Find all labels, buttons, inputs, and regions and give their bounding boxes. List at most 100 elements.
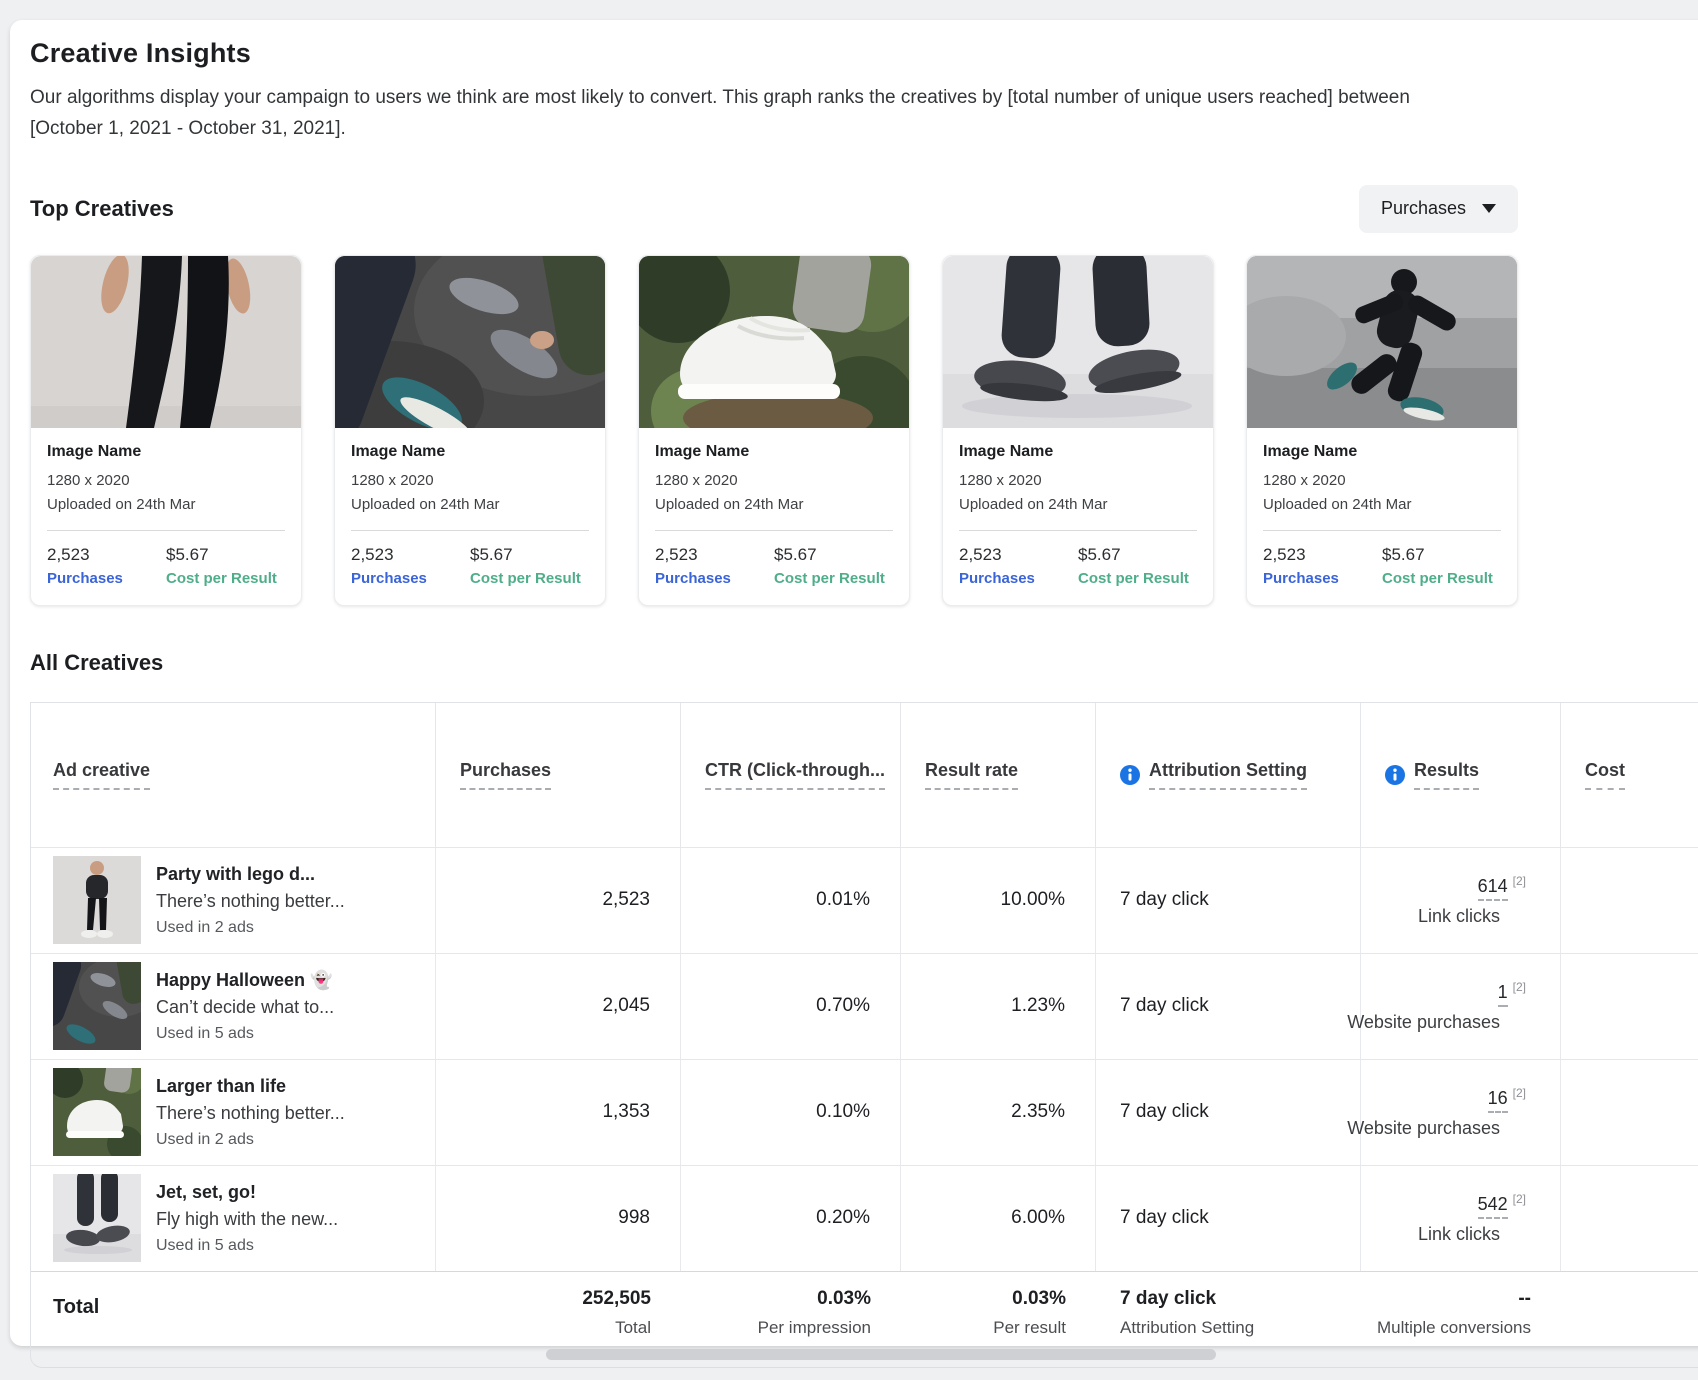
divider <box>47 530 285 531</box>
purchases-value: 2,523 <box>351 545 470 565</box>
creative-upload-date: Uploaded on 24th Mar <box>351 493 589 517</box>
ctr-cell: 0.01% <box>681 848 901 953</box>
cost-per-result-value: $5.67 <box>470 545 589 565</box>
purchases-cell: 998 <box>436 1166 681 1271</box>
purchases-cell: 1,353 <box>436 1060 681 1165</box>
all-creatives-heading: All Creatives <box>30 650 1698 676</box>
divider <box>1263 530 1501 531</box>
creative-photo-grey-sneakers <box>943 256 1213 428</box>
top-creatives-heading: Top Creatives <box>30 196 174 222</box>
result-rate-cell: 2.35% <box>901 1060 1096 1165</box>
ctr-cell: 0.10% <box>681 1060 901 1165</box>
ad-title: Larger than life <box>156 1073 345 1100</box>
divider <box>655 530 893 531</box>
creative-photo-sneakers-street <box>335 256 605 428</box>
metric-selector-value: Purchases <box>1381 198 1466 219</box>
ad-usage: Used in 5 ads <box>156 1022 334 1046</box>
purchases-label: Purchases <box>1263 570 1382 587</box>
results-value[interactable]: 614 <box>1478 876 1508 901</box>
ctr-cell: 0.70% <box>681 954 901 1059</box>
creative-image-name: Image Name <box>47 443 285 461</box>
ad-thumbnail-leggings <box>53 856 141 944</box>
creative-card: Image Name 1280 x 2020 Uploaded on 24th … <box>942 255 1214 606</box>
column-header-ad-creative[interactable]: Ad creative <box>53 760 150 790</box>
divider <box>351 530 589 531</box>
cost-cell <box>1561 1060 1698 1165</box>
creative-image-name: Image Name <box>1263 443 1501 461</box>
metric-selector-dropdown[interactable]: Purchases <box>1359 185 1518 233</box>
results-type-label: Link clicks <box>1418 906 1500 927</box>
chevron-down-icon <box>1482 204 1496 213</box>
divider <box>959 530 1197 531</box>
results-cell: 16[2] Website purchases <box>1361 1060 1561 1165</box>
total-purchases-sub: Total <box>615 1318 651 1338</box>
ad-title: Party with lego d... <box>156 861 345 888</box>
column-header-cost[interactable]: Cost <box>1585 760 1625 790</box>
purchases-value: 2,523 <box>1263 545 1382 565</box>
attribution-cell: 7 day click <box>1096 1166 1361 1271</box>
total-results-sub: Multiple conversions <box>1377 1318 1531 1338</box>
results-type-label: Website purchases <box>1347 1012 1500 1033</box>
footnote-marker: [2] <box>1513 980 1526 994</box>
table-row: Party with lego d... There’s nothing bet… <box>31 847 1698 953</box>
all-creatives-table: Ad creative Purchases CTR (Click-through… <box>30 702 1698 1368</box>
table-row: Larger than life There’s nothing better.… <box>31 1059 1698 1165</box>
total-result-rate-sub: Per result <box>993 1318 1066 1338</box>
creative-dimensions: 1280 x 2020 <box>1263 469 1501 493</box>
results-value[interactable]: 542 <box>1478 1194 1508 1219</box>
creative-dimensions: 1280 x 2020 <box>959 469 1197 493</box>
results-type-label: Link clicks <box>1418 1224 1500 1245</box>
results-cell: 542 [2] Link clicks <box>1361 1166 1561 1271</box>
total-results: -- <box>1518 1288 1531 1310</box>
result-rate-cell: 6.00% <box>901 1166 1096 1271</box>
attribution-cell: 7 day click <box>1096 848 1361 953</box>
ad-usage: Used in 5 ads <box>156 1234 338 1258</box>
horizontal-scrollbar-thumb[interactable] <box>546 1349 1216 1360</box>
ad-subtitle: Can’t decide what to... <box>156 994 334 1021</box>
total-attribution: 7 day click <box>1120 1288 1216 1310</box>
creative-dimensions: 1280 x 2020 <box>351 469 589 493</box>
results-value[interactable]: 16 <box>1488 1088 1508 1113</box>
total-ctr: 0.03% <box>817 1288 871 1310</box>
creative-upload-date: Uploaded on 24th Mar <box>47 493 285 517</box>
creative-photo-runner <box>1247 256 1517 428</box>
column-header-purchases[interactable]: Purchases <box>460 760 551 790</box>
cost-cell <box>1561 954 1698 1059</box>
result-rate-cell: 1.23% <box>901 954 1096 1059</box>
page-title: Creative Insights <box>30 38 1698 69</box>
ad-subtitle: Fly high with the new... <box>156 1206 338 1233</box>
ad-thumbnail-grey-sneakers <box>53 1174 141 1262</box>
creative-photo-white-sneaker <box>639 256 909 428</box>
info-icon[interactable] <box>1385 765 1405 785</box>
footnote-marker: [2] <box>1513 1192 1526 1206</box>
table-header-row: Ad creative Purchases CTR (Click-through… <box>31 703 1698 847</box>
ad-usage: Used in 2 ads <box>156 916 345 940</box>
creative-image-name: Image Name <box>959 443 1197 461</box>
creative-upload-date: Uploaded on 24th Mar <box>655 493 893 517</box>
column-header-attribution[interactable]: Attribution Setting <box>1149 760 1307 790</box>
table-row: Happy Halloween 👻 Can’t decide what to..… <box>31 953 1698 1059</box>
ad-title: Happy Halloween 👻 <box>156 967 334 994</box>
cost-cell <box>1561 848 1698 953</box>
total-label: Total <box>31 1272 436 1367</box>
results-value[interactable]: 1 <box>1498 982 1508 1007</box>
results-cell: 614[2] Link clicks <box>1361 848 1561 953</box>
footnote-marker: [2] <box>1513 1086 1526 1100</box>
info-icon[interactable] <box>1120 765 1140 785</box>
purchases-cell: 2,045 <box>436 954 681 1059</box>
ad-subtitle: There’s nothing better... <box>156 1100 345 1127</box>
creative-card: Image Name 1280 x 2020 Uploaded on 24th … <box>1246 255 1518 606</box>
column-header-results[interactable]: Results <box>1414 760 1479 790</box>
creative-image-name: Image Name <box>351 443 589 461</box>
total-cost <box>1561 1272 1698 1367</box>
column-header-result-rate[interactable]: Result rate <box>925 760 1018 790</box>
cost-per-result-value: $5.67 <box>1382 545 1501 565</box>
creative-insights-panel: Creative Insights Our algorithms display… <box>10 20 1698 1346</box>
purchases-label: Purchases <box>351 570 470 587</box>
creative-upload-date: Uploaded on 24th Mar <box>959 493 1197 517</box>
column-header-ctr[interactable]: CTR (Click-through... <box>705 760 885 790</box>
ad-title: Jet, set, go! <box>156 1179 338 1206</box>
results-type-label: Website purchases <box>1347 1118 1500 1139</box>
attribution-cell: 7 day click <box>1096 1060 1361 1165</box>
purchases-label: Purchases <box>47 570 166 587</box>
